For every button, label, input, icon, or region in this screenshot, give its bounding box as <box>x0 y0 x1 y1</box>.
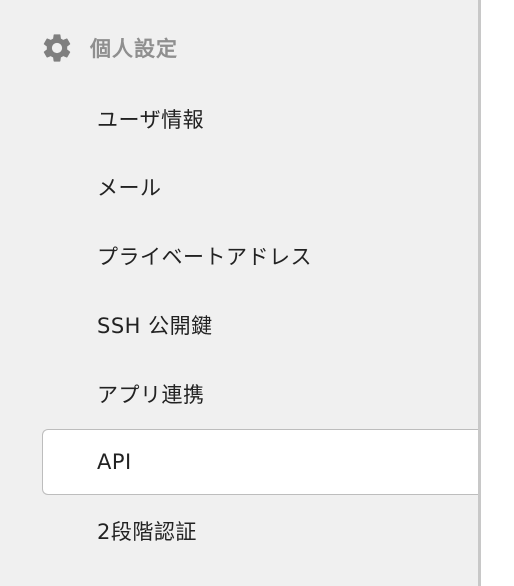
gear-icon <box>43 34 71 62</box>
sidebar-item-label: API <box>97 450 132 474</box>
sidebar-item-ssh-keys[interactable]: SSH 公開鍵 <box>42 292 486 358</box>
sidebar-item-label: SSH 公開鍵 <box>97 314 213 338</box>
sidebar-item-label: アプリ連携 <box>97 383 205 407</box>
sidebar-item-two-factor-auth[interactable]: 2段階認証 <box>42 498 486 564</box>
settings-sidebar: 個人設定 ユーザ情報 メール プライベートアドレス SSH 公開鍵 アプリ連携 … <box>0 0 482 586</box>
sidebar-item-app-integration[interactable]: アプリ連携 <box>42 361 486 427</box>
settings-page: 個人設定 ユーザ情報 メール プライベートアドレス SSH 公開鍵 アプリ連携 … <box>0 0 514 586</box>
sidebar-item-email[interactable]: メール <box>42 154 486 220</box>
sidebar-item-user-info[interactable]: ユーザ情報 <box>42 86 486 152</box>
sidebar-item-label: 2段階認証 <box>97 520 197 544</box>
content-pane <box>481 0 514 586</box>
sidebar-item-api[interactable]: API <box>42 429 482 495</box>
sidebar-item-label: ユーザ情報 <box>97 108 205 132</box>
sidebar-item-private-address[interactable]: プライベートアドレス <box>42 223 486 289</box>
sidebar-item-label: プライベートアドレス <box>97 245 312 269</box>
section-title: 個人設定 <box>90 37 178 61</box>
sidebar-item-label: メール <box>97 176 162 200</box>
section-header: 個人設定 <box>40 30 178 66</box>
